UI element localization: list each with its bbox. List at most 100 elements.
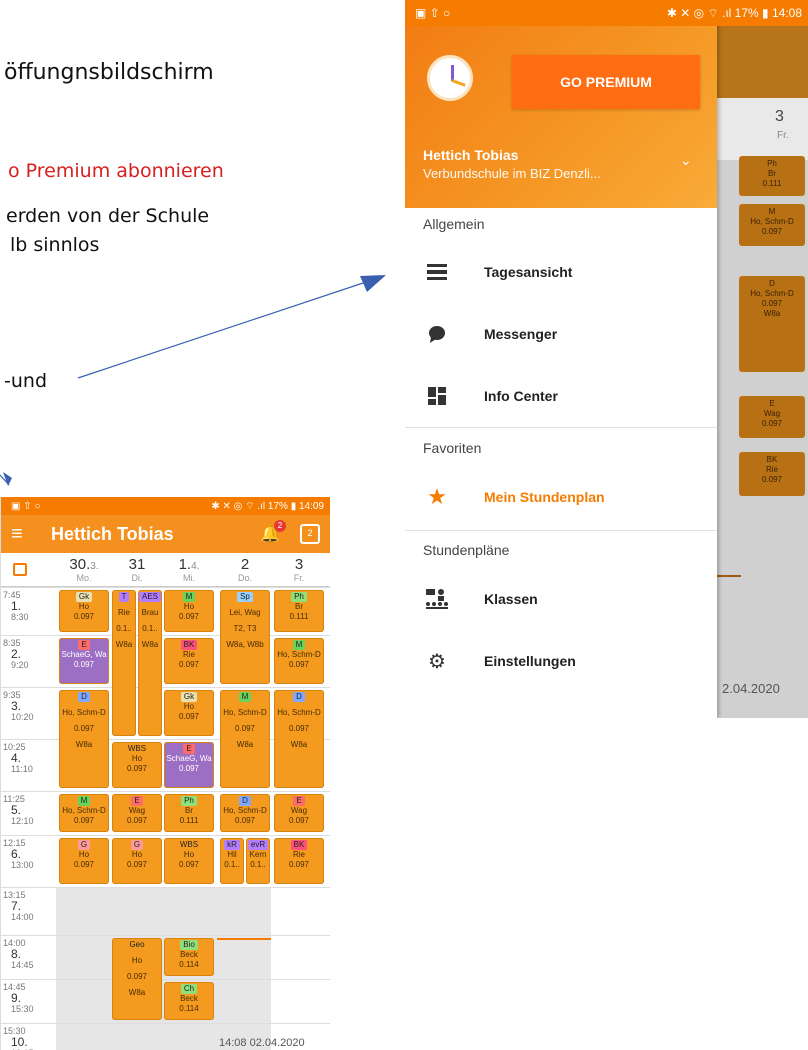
lesson-detail: Ho	[131, 754, 143, 763]
dimmed-timetable[interactable]: 3 Fr. Ph Br 0.111 M Ho, Schm-D 0.097 D Ho, Schm…	[717, 26, 808, 718]
lesson-cell[interactable]: M Ho, Schm-D 0.097 W8a	[220, 690, 270, 788]
lesson-cell[interactable]: M Ho, Schm-D 0.097	[59, 794, 109, 832]
go-premium-button[interactable]: GO PREMIUM	[512, 55, 700, 109]
dimmed-date: 2.04.2020	[722, 681, 780, 696]
lesson-cell[interactable]: evR Kern 0.1..	[246, 838, 270, 884]
menu-icon[interactable]: ≡	[11, 523, 33, 546]
hour-label: 7:45 1. 8:30	[3, 590, 29, 623]
lesson-detail: 0.111	[289, 612, 309, 621]
dimmed-lesson-detail: Ho, Schm-D	[750, 289, 794, 298]
nav-item-classes[interactable]: Klassen	[405, 574, 717, 624]
hour-label: 8:35 2. 9:20	[3, 638, 29, 671]
nav-item-info-center[interactable]: Info Center	[405, 371, 717, 421]
chevron-down-icon[interactable]: ⌄	[680, 152, 692, 169]
lesson-cell[interactable]: E Wag 0.097	[274, 794, 324, 832]
lesson-cell[interactable]: D Ho, Schm-D 0.097 W8a	[274, 690, 324, 788]
dimmed-lesson-detail: 0.097	[761, 227, 783, 236]
lesson-detail: 0.097	[73, 860, 95, 869]
dimmed-app-bar	[717, 26, 808, 98]
dimmed-day-number: 3	[775, 108, 784, 125]
lesson-cell[interactable]: BK Rie 0.097	[164, 638, 214, 684]
lesson-cell[interactable]: Ch Beck 0.114	[164, 982, 214, 1020]
lesson-detail: Ho, Schm-D	[223, 806, 267, 815]
lesson-cell[interactable]: AES Brau 0.1.. W8a	[138, 590, 162, 736]
lesson-cell[interactable]: Gk Ho 0.097	[59, 590, 109, 632]
lesson-cell[interactable]: Gk Ho 0.097	[164, 690, 214, 736]
lesson-cell[interactable]: Bio Beck 0.114	[164, 938, 214, 976]
lesson-subject: WBS	[179, 840, 199, 849]
day-header-row: 30.3. Mo. 31 Di. 1.4. Mi. 2 Do. 3 Fr.	[1, 553, 330, 587]
lesson-detail: Kern	[249, 850, 267, 859]
lesson-subject: Gk	[75, 592, 93, 602]
drawer-header: GO PREMIUM Hettich Tobias Verbundschule …	[405, 0, 717, 208]
lesson-cell[interactable]: G Ho 0.097	[59, 838, 109, 884]
section-favorites: Favoriten	[423, 440, 482, 456]
gear-icon: ⚙	[428, 650, 446, 673]
lesson-cell[interactable]: WBS Ho 0.097	[164, 838, 214, 884]
dimmed-lesson-subject: Ph	[767, 159, 777, 168]
calendar-today-icon[interactable]: 2	[300, 524, 320, 544]
classroom-icon	[425, 589, 449, 609]
lesson-subject: G	[77, 840, 91, 850]
lesson-cell[interactable]: E Wag 0.097	[112, 794, 162, 832]
lesson-cell[interactable]: kR Hil 0.1..	[220, 838, 244, 884]
lesson-subject: M	[238, 692, 252, 702]
footer-timestamp: 14:08 02.04.2020	[219, 1037, 305, 1049]
lesson-cell[interactable]: Ph Br 0.111	[164, 794, 214, 832]
nav-item-label: Info Center	[484, 388, 558, 404]
lesson-cell[interactable]: D Ho, Schm-D 0.097 W8a	[59, 690, 109, 788]
nav-item-messenger[interactable]: Messenger	[405, 309, 717, 359]
lesson-cell[interactable]: BK Rie 0.097	[274, 838, 324, 884]
day-weekday: Mi.	[183, 573, 195, 583]
lesson-subject: T	[118, 592, 130, 602]
day-header[interactable]: 30.3. Mo.	[58, 556, 110, 583]
lesson-detail: Rie	[117, 608, 130, 617]
nav-item-daily-view[interactable]: Tagesansicht	[405, 247, 717, 297]
calendar-icon[interactable]	[13, 563, 27, 576]
dimmed-lesson-detail: 0.111	[762, 179, 782, 188]
lesson-cell[interactable]: WBS Ho 0.097	[112, 742, 162, 788]
hour-end: 12:10	[11, 816, 34, 826]
day-date: 2	[240, 556, 250, 573]
nav-item-label: Messenger	[484, 326, 558, 342]
dashboard-icon	[425, 387, 449, 405]
app-logo-clock-icon	[427, 55, 473, 101]
dimmed-lesson-detail: W8a	[763, 309, 781, 318]
day-header[interactable]: 3 Fr.	[273, 556, 325, 583]
lesson-cell[interactable]: D Ho, Schm-D 0.097	[220, 794, 270, 832]
lesson-subject: D	[239, 796, 251, 806]
day-header[interactable]: 31 Di.	[111, 556, 163, 583]
lesson-cell[interactable]: T Rie 0.1.. W8a	[112, 590, 136, 736]
status-right: ✱ ✕ ◎ ⌔ .ıl 17% ▮ 14:09	[211, 500, 324, 512]
hour-label: 12:15 6. 13:00	[3, 838, 34, 871]
notification-bell-icon[interactable]: 🔔 2	[260, 520, 286, 544]
dimmed-lesson-subject: E	[769, 399, 775, 408]
lesson-detail: Ho	[183, 602, 195, 611]
lesson-cell[interactable]: Sp Lei, Wag T2, T3 W8a, W8b	[220, 590, 270, 684]
hour-number: 4.	[11, 751, 22, 765]
day-header[interactable]: 1.4. Mi.	[163, 556, 215, 583]
lesson-cell[interactable]: Ph Br 0.111	[274, 590, 324, 632]
lesson-detail: SchaeG, Wa	[61, 650, 107, 659]
hour-number: 1.	[11, 599, 22, 613]
lesson-cell[interactable]: E SchaeG, Wa 0.097	[164, 742, 214, 788]
lesson-cell[interactable]: M Ho, Schm-D 0.097	[274, 638, 324, 684]
dimmed-lesson-detail: Br	[768, 169, 776, 178]
lesson-cell[interactable]: Geo Ho 0.097 W8a	[112, 938, 162, 1020]
lesson-detail: 0.1..	[116, 624, 132, 633]
divider	[405, 427, 717, 428]
day-header[interactable]: 2 Do.	[219, 556, 271, 583]
navigation-drawer: GO PREMIUM Hettich Tobias Verbundschule …	[405, 0, 717, 718]
lesson-detail: W8a	[75, 740, 93, 749]
lesson-detail: W8a	[236, 740, 254, 749]
lesson-cell[interactable]: E SchaeG, Wa 0.097	[59, 638, 109, 684]
lesson-cell[interactable]: M Ho 0.097	[164, 590, 214, 632]
lesson-detail: W8a	[115, 640, 133, 649]
lesson-detail: Ho	[183, 850, 195, 859]
lesson-cell[interactable]: G Ho 0.097	[112, 838, 162, 884]
lesson-detail: Beck	[180, 994, 198, 1003]
nav-item-my-timetable[interactable]: ★ Mein Stundenplan	[405, 472, 717, 522]
lesson-subject: Geo	[129, 940, 145, 949]
lesson-detail: 0.1..	[224, 860, 240, 869]
nav-item-settings[interactable]: ⚙ Einstellungen	[405, 636, 717, 686]
